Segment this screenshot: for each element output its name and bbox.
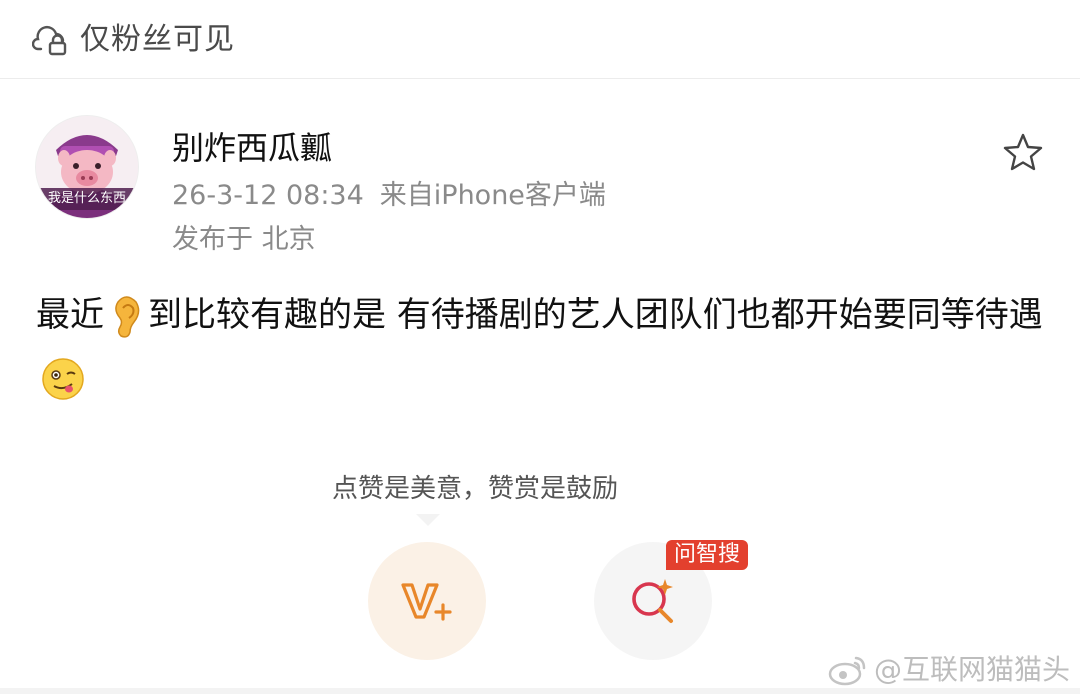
post-source: 来自iPhone客户端 — [379, 180, 606, 211]
avatar-caption: 我是什么东西 — [36, 188, 138, 210]
reward-button[interactable] — [368, 542, 486, 660]
reward-tip: 点赞是美意，赞赏是鼓励 — [332, 474, 619, 504]
content-text-1: 最近 — [36, 295, 104, 335]
post-location: 发布于 北京 — [172, 224, 316, 255]
watermark: @互联网猫猫头 — [828, 652, 1070, 688]
bottom-divider — [0, 688, 1080, 694]
lock-cloud-icon — [32, 25, 67, 56]
watermark-text: @互联网猫猫头 — [874, 653, 1071, 686]
author-name[interactable]: 别炸西瓜瓤 — [172, 126, 332, 170]
ai-search-badge: 问智搜 — [666, 540, 749, 570]
content-text-2: 到比较有趣的是 有待播剧的艺人团队们也都开始要同等待遇 — [148, 295, 1043, 335]
avatar[interactable]: 我是什么东西 — [36, 116, 138, 218]
v-plus-icon — [401, 583, 452, 621]
yum-face-emoji — [40, 356, 86, 402]
post-content: 最近 到比较有趣的是 有待播剧的艺人团队们也都开始要同等待遇 — [36, 284, 1046, 408]
visibility-bar: 仅粉丝可见 — [0, 0, 1080, 79]
tip-arrow — [416, 514, 440, 526]
visibility-label: 仅粉丝可见 — [80, 22, 235, 57]
ear-emoji — [108, 294, 144, 340]
post-meta: 26-3-12 08:34 来自iPhone客户端 — [172, 178, 606, 214]
weibo-logo-icon — [828, 656, 866, 686]
post-time: 26-3-12 08:34 — [172, 180, 364, 211]
ai-search-icon — [632, 579, 673, 623]
star-outline-icon[interactable] — [1002, 132, 1044, 172]
